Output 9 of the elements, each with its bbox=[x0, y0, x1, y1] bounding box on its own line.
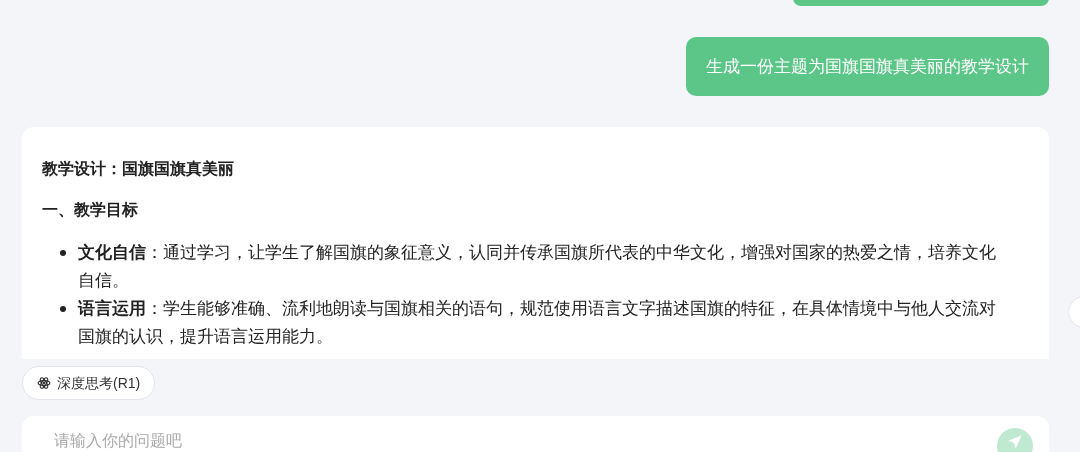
send-icon bbox=[1007, 434, 1023, 450]
atom-icon bbox=[37, 376, 51, 390]
answer-title: 教学设计：国旗国旗真美丽 bbox=[42, 159, 235, 179]
deep-think-button[interactable]: 深度思考(R1) bbox=[22, 366, 156, 400]
input-field[interactable]: 请输入你的问题吧 bbox=[22, 416, 1049, 452]
user-message: 生成一份主题为国旗国旗真美丽的教学设计 bbox=[686, 37, 1049, 96]
bullet-text: 语言运用：学生能够准确、流利地朗读与国旗相关的语句，规范使用语言文字描述国旗的特征，在具体情境中与他人交流对国旗的认识，提升语言运用能力。 bbox=[78, 298, 997, 348]
bullet-text: 文化自信：通过学习，让学生了解国旗的象征意义，认同并传承国旗所代表的中华文化，增强对国家的热爱之情，培养文化自信。 bbox=[78, 242, 997, 292]
section-heading: 一、教学目标 bbox=[42, 200, 139, 220]
